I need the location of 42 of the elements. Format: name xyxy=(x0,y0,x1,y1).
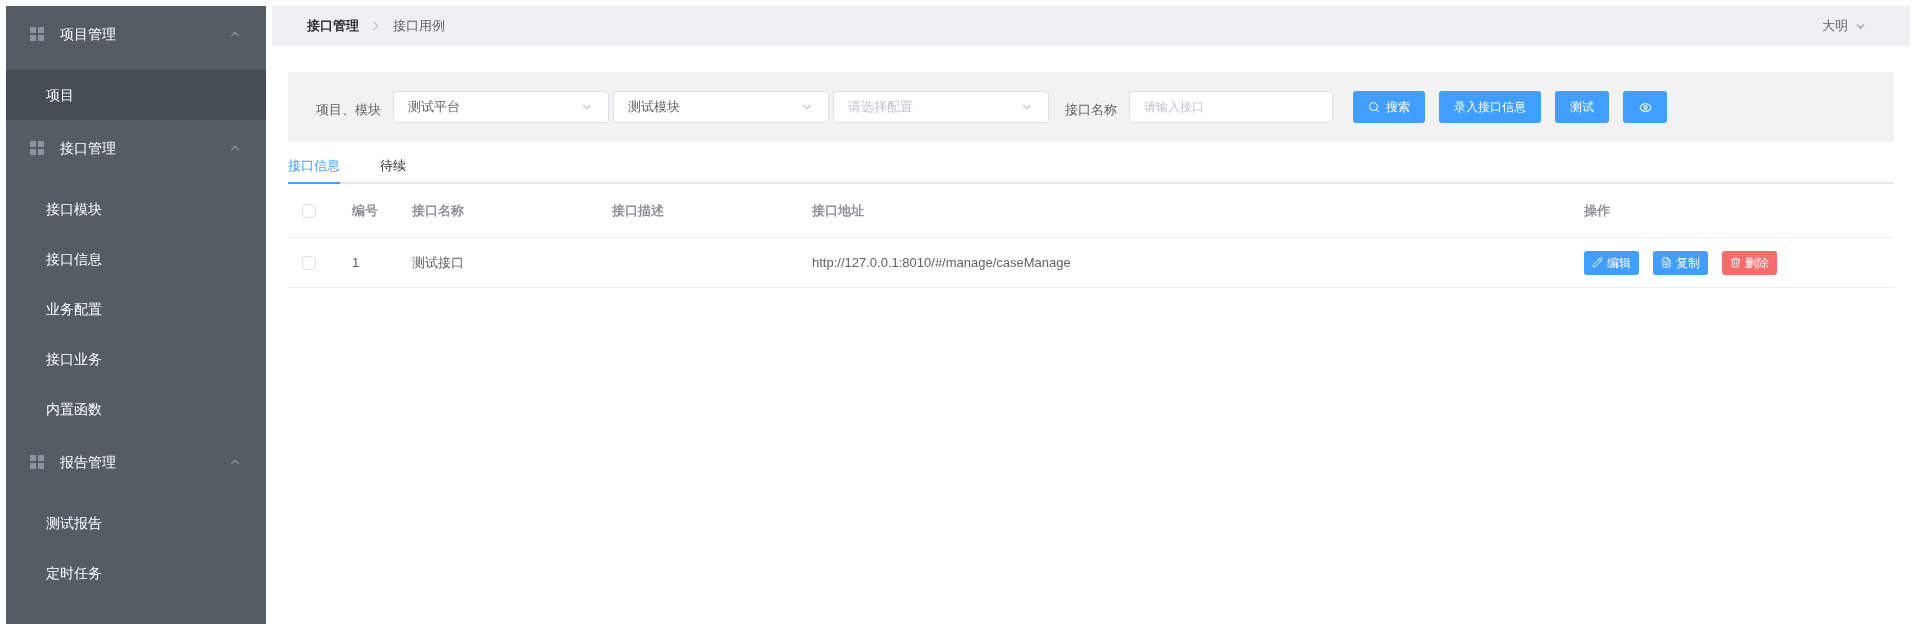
pencil-icon xyxy=(1592,257,1603,268)
trash-icon xyxy=(1730,257,1741,268)
grid-icon xyxy=(30,27,44,41)
column-header: 接口名称 xyxy=(412,201,465,220)
select-field[interactable]: 测试模块 xyxy=(613,91,829,123)
menu-group[interactable]: 项目管理 xyxy=(6,6,266,62)
user-menu[interactable]: 大明 xyxy=(1822,16,1867,36)
grid-icon xyxy=(30,141,44,155)
breadcrumb-item: 接口用例 xyxy=(393,17,445,36)
filter-label: 项目、模块 xyxy=(316,101,381,120)
menu-item[interactable]: 测试报告 xyxy=(6,498,266,548)
menu-item[interactable]: 内置函数 xyxy=(6,384,266,434)
menu-group[interactable]: 接口管理 xyxy=(6,120,266,176)
menu-group[interactable]: 报告管理 xyxy=(6,434,266,490)
column-header: 接口描述 xyxy=(612,201,665,220)
menu-item[interactable]: 接口模块 xyxy=(6,184,266,234)
menu-item[interactable]: 定时任务 xyxy=(6,548,266,598)
menu-group-label: 项目管理 xyxy=(60,24,117,44)
menu-item[interactable]: 业务配置 xyxy=(6,284,266,334)
table-cell: 1 xyxy=(352,254,360,270)
name-input[interactable]: 请输入接口 xyxy=(1129,91,1333,123)
eye-icon xyxy=(1638,100,1652,114)
document-icon xyxy=(1661,257,1672,268)
search-icon xyxy=(1368,101,1380,113)
menu-group-label: 接口管理 xyxy=(60,138,117,158)
breadcrumb-item[interactable]: 接口管理 xyxy=(307,16,359,36)
menu-item[interactable]: 接口业务 xyxy=(6,334,266,384)
select-field[interactable]: 测试平台 xyxy=(393,91,609,123)
column-header: 操作 xyxy=(1584,201,1611,220)
view-button[interactable] xyxy=(1623,91,1667,123)
tab[interactable]: 待续 xyxy=(380,150,406,184)
table-cell: 测试接口 xyxy=(412,254,464,270)
menu-item[interactable]: 接口信息 xyxy=(6,234,266,284)
column-header: 接口地址 xyxy=(812,201,865,220)
name-label: 接口名称 xyxy=(1065,101,1117,120)
column-header: 编号 xyxy=(352,201,379,220)
menu-group-label: 报告管理 xyxy=(60,452,117,472)
checkbox[interactable] xyxy=(302,255,316,270)
table-cell: http://127.0.0.1:8010/#/manage/caseManage xyxy=(812,254,1071,270)
checkbox[interactable] xyxy=(302,203,316,218)
menu-item[interactable]: 项目 xyxy=(6,70,266,120)
grid-icon xyxy=(30,455,44,469)
